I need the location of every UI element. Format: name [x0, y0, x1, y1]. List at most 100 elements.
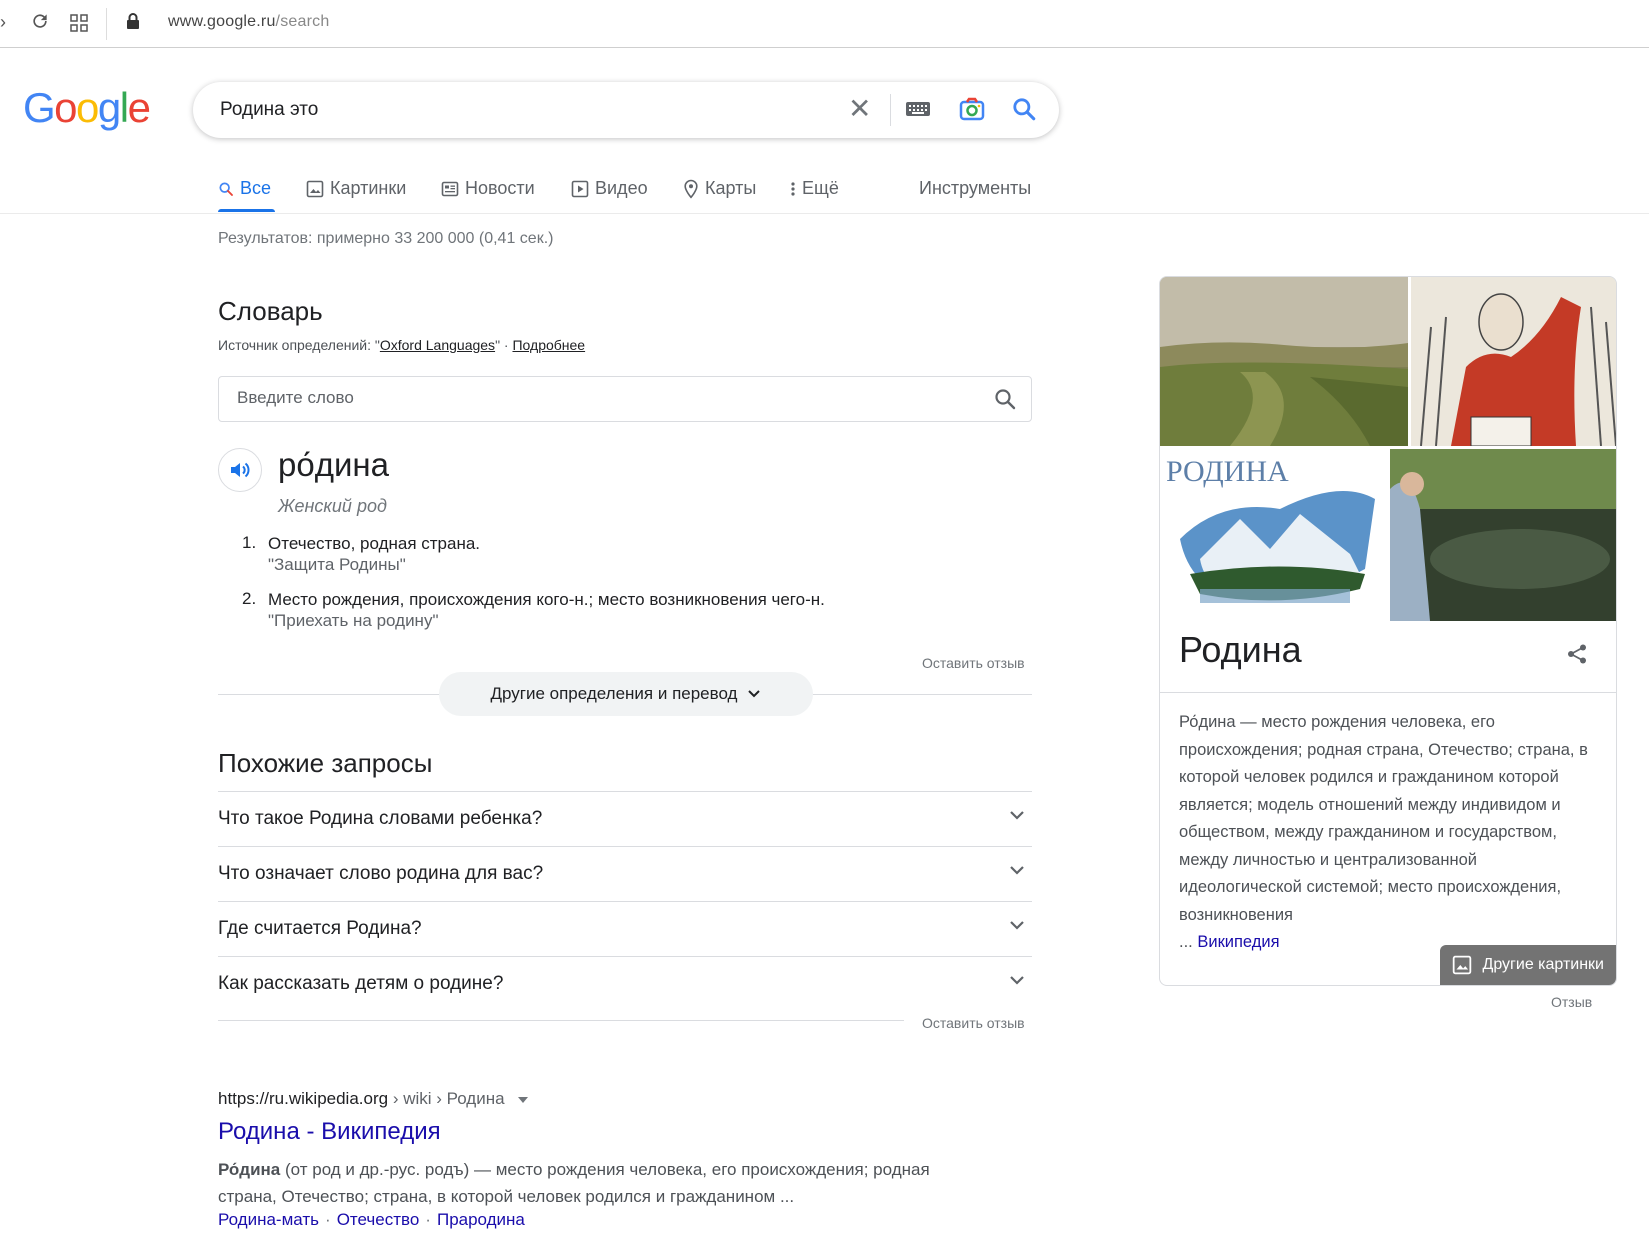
browser-address-bar: › www.google.ru/search — [0, 0, 1649, 48]
speaker-icon — [231, 462, 250, 478]
dictionary-word: ро́дина — [278, 446, 389, 483]
reload-icon[interactable] — [30, 11, 50, 36]
result-host: https://ru.wikipedia.org — [218, 1089, 389, 1108]
dictionary-source: Источник определений: "Oxford Languages"… — [218, 337, 585, 353]
active-tab-indicator — [218, 209, 275, 212]
google-logo[interactable]: Google — [23, 84, 151, 132]
logo-letter: G — [23, 84, 56, 131]
share-icon[interactable] — [1566, 643, 1588, 670]
tab-maps[interactable]: Карты — [683, 178, 756, 199]
oxford-languages-link[interactable]: Oxford Languages — [380, 337, 495, 353]
definition-example: "Приехать на родину" — [268, 611, 439, 630]
related-question: Как рассказать детям о родине? — [218, 973, 504, 994]
related-list: Что такое Родина словами ребенка? Что оз… — [218, 791, 1032, 1011]
sitelink-separator: · — [425, 1210, 431, 1229]
sitelink[interactable]: Прародина — [437, 1210, 525, 1229]
search-icon — [219, 181, 233, 196]
lock-icon — [126, 12, 140, 35]
tab-video[interactable]: Видео — [571, 178, 648, 199]
chevron-down-icon — [748, 690, 761, 698]
more-definitions-button[interactable]: Другие определения и перевод — [439, 672, 813, 716]
caret-down-icon[interactable] — [517, 1096, 529, 1104]
related-item[interactable]: Как рассказать детям о родине? — [218, 956, 1032, 1011]
url-path: /search — [275, 13, 330, 30]
search-icon[interactable] — [1011, 96, 1037, 127]
sitelink[interactable]: Отечество — [337, 1210, 420, 1229]
more-vert-icon — [791, 181, 795, 196]
tools-label: Инструменты — [919, 178, 1032, 198]
camera-icon[interactable] — [959, 96, 985, 127]
related-item[interactable]: Что такое Родина словами ребенка? — [218, 791, 1032, 846]
result-url[interactable]: https://ru.wikipedia.org › wiki › Родина — [218, 1089, 529, 1109]
toolbar-divider — [106, 8, 107, 40]
tab-all[interactable]: Все — [218, 178, 271, 199]
search-input[interactable]: Родина это — [220, 99, 318, 121]
knowledge-panel-divider — [1160, 692, 1616, 693]
result-snippet: Ро́дина (от род и др.-рус. родъ) — место… — [218, 1156, 938, 1210]
search-box: Родина это ✕ — [193, 82, 1059, 138]
result-breadcrumb: › wiki › Родина — [388, 1089, 505, 1108]
tab-label: Видео — [595, 178, 648, 198]
more-definitions-label: Другие определения и перевод — [490, 684, 738, 703]
logo-letter: o — [76, 84, 99, 131]
related-feedback-link[interactable]: Оставить отзыв — [922, 1015, 1025, 1031]
chevron-down-icon — [1010, 921, 1024, 930]
dictionary-title: Словарь — [218, 296, 323, 326]
result-title-link[interactable]: Родина - Википедия — [218, 1118, 441, 1146]
tab-news[interactable]: Новости — [441, 178, 535, 199]
tools-button[interactable]: Инструменты — [919, 178, 1031, 199]
related-question: Что означает слово родина для вас? — [218, 863, 544, 884]
keyboard-icon[interactable] — [905, 99, 931, 124]
dictionary-search-box — [218, 376, 1032, 422]
clear-icon[interactable]: ✕ — [848, 92, 871, 125]
wikipedia-link[interactable]: Википедия — [1197, 933, 1279, 951]
logo-letter: e — [127, 84, 151, 131]
related-item[interactable]: Где считается Родина? — [218, 901, 1032, 956]
description-text: Ро́дина — место рождения человека, его п… — [1179, 713, 1588, 924]
knowledge-panel: РОДИНА Другие картинки Родина Ро́дина — … — [1159, 276, 1617, 986]
tab-label: Все — [240, 178, 272, 198]
definition-item: 1. Отечество, родная страна. "Защита Род… — [242, 533, 1032, 575]
definition-text: Отечество, родная страна. — [268, 534, 481, 553]
chevron-down-icon — [1010, 976, 1024, 985]
word-gender: Женский род — [278, 496, 387, 516]
logo-letter: g — [97, 84, 121, 131]
landscape-image[interactable] — [1160, 277, 1408, 446]
url-host: www.google.ru — [168, 13, 276, 30]
image-icon — [1453, 955, 1472, 975]
tab-label: Карты — [705, 178, 757, 198]
dictionary-word-input[interactable] — [235, 387, 939, 409]
tab-images[interactable]: Картинки — [306, 178, 406, 199]
dictionary-feedback-link[interactable]: Оставить отзыв — [922, 655, 1025, 671]
result-sitelinks: Родина-мать · Отечество · Прародина — [218, 1210, 525, 1230]
back-icon[interactable]: › — [0, 12, 6, 33]
pronunciation-button[interactable] — [218, 448, 262, 492]
search-icon[interactable] — [993, 387, 1017, 416]
map-image[interactable]: РОДИНА — [1160, 449, 1387, 621]
search-divider — [890, 94, 891, 126]
definition-text: Место рождения, происхождения кого-н.; м… — [268, 590, 825, 609]
poster-image[interactable] — [1411, 277, 1616, 446]
related-question: Где считается Родина? — [218, 918, 422, 939]
knowledge-panel-title: Родина — [1179, 629, 1302, 670]
tab-more[interactable]: Ещё — [790, 178, 839, 199]
knowledge-panel-feedback[interactable]: Отзыв — [1551, 994, 1592, 1010]
tabs-divider — [0, 213, 1649, 214]
source-prefix: Источник определений: " — [218, 337, 380, 353]
map-image-text: РОДИНА — [1166, 455, 1289, 488]
more-info-link[interactable]: Подробнее — [512, 337, 585, 353]
related-item[interactable]: Что означает слово родина для вас? — [218, 846, 1032, 901]
sitelink[interactable]: Родина-мать — [218, 1210, 319, 1229]
url-field[interactable]: www.google.ru/search — [168, 13, 329, 31]
apps-grid-icon[interactable] — [70, 14, 88, 37]
tab-label: Новости — [465, 178, 535, 198]
chevron-down-icon — [1010, 811, 1024, 820]
video-icon — [571, 180, 589, 197]
chevron-down-icon — [1010, 866, 1024, 875]
source-suffix: " · — [495, 337, 513, 353]
definition-example: "Защита Родины" — [268, 555, 406, 574]
related-question: Что такое Родина словами ребенка? — [218, 808, 543, 829]
definition-number: 1. — [242, 533, 257, 552]
news-icon — [441, 181, 459, 196]
people-image[interactable] — [1390, 449, 1616, 621]
